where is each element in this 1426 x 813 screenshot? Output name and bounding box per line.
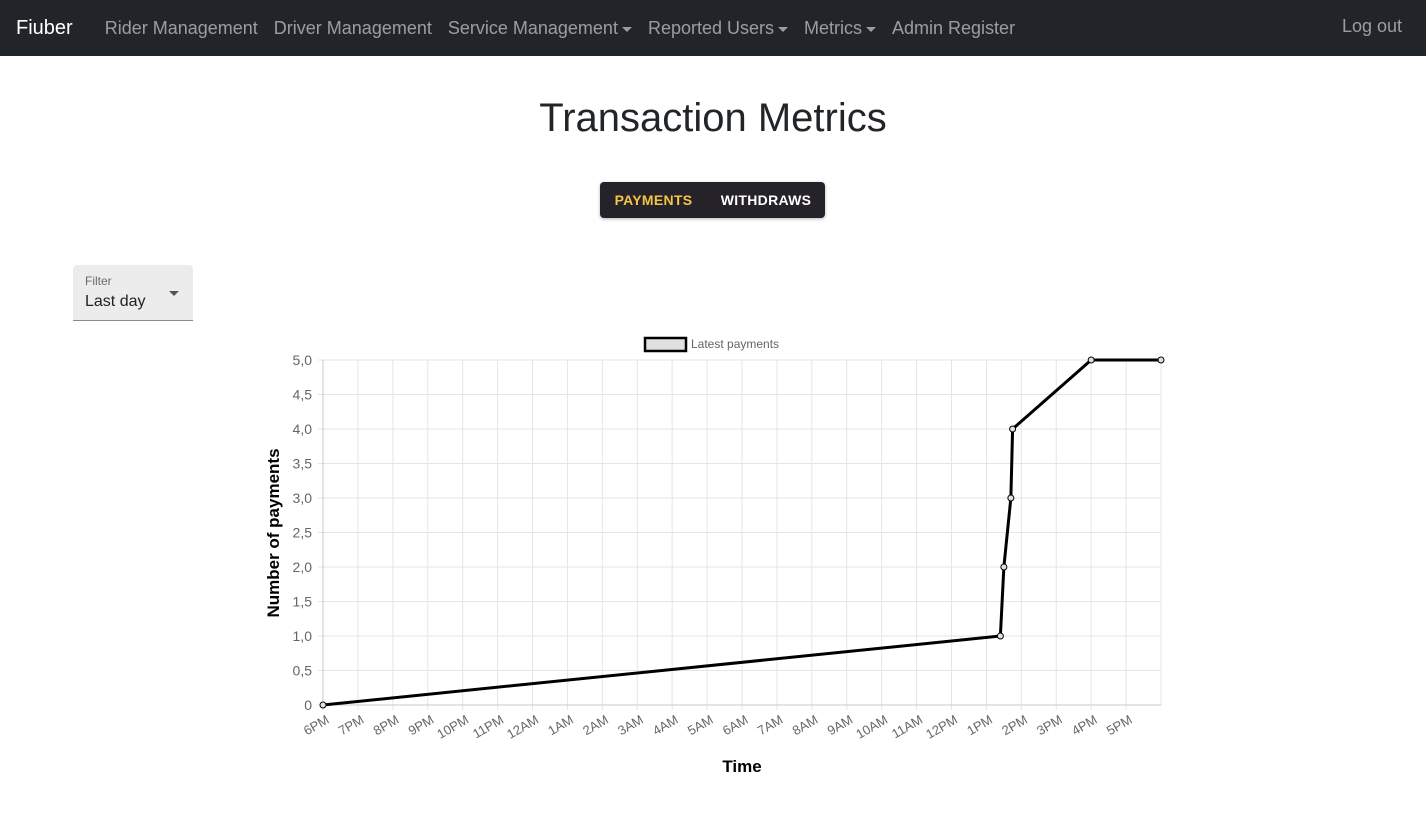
x-tick-label: 1AM [545, 712, 576, 738]
legend-swatch [643, 336, 688, 353]
x-tick-label: 7PM [336, 712, 367, 738]
y-tick-label: 2,0 [293, 559, 313, 575]
payments-line-chart: 0 0,5 1,0 1,5 2,0 2,5 3,0 3,5 4,0 4,5 5,0 6PM 7PM 8P… [264, 336, 1165, 776]
y-tick-label: 3,5 [293, 456, 313, 472]
chart-legend: Latest payments [643, 336, 779, 353]
x-tick-label: 12PM [923, 712, 960, 742]
data-point [1157, 356, 1165, 364]
x-tick-label: 5PM [1104, 712, 1135, 738]
x-tick-label: 9PM [406, 712, 437, 738]
x-tick-label: 2AM [580, 712, 611, 738]
y-tick-label: 4,5 [293, 387, 313, 403]
x-tick-label: 10AM [853, 712, 890, 742]
x-tick-label: 4AM [650, 712, 681, 738]
data-point [1000, 563, 1008, 571]
legend-label: Latest payments [691, 337, 779, 351]
x-tick-label: 11PM [470, 712, 506, 741]
data-point [1087, 356, 1095, 364]
x-tick-label: 2PM [999, 712, 1030, 738]
y-tick-label: 0,5 [293, 663, 313, 679]
x-axis-title: Time [722, 757, 761, 776]
x-tick-label: 6PM [301, 712, 332, 738]
x-tick-label: 8AM [790, 712, 821, 738]
x-tick-label: 11AM [889, 712, 925, 741]
y-tick-label: 1,0 [293, 628, 313, 644]
y-tick-label: 3,0 [293, 490, 313, 506]
y-tick-labels: 0 0,5 1,0 1,5 2,0 2,5 3,0 3,5 4,0 4,5 5,0 [293, 352, 313, 713]
y-tick-label: 5,0 [293, 352, 313, 368]
data-point [1007, 494, 1015, 502]
y-tick-label: 2,5 [293, 525, 313, 541]
x-tick-label: 12AM [504, 712, 541, 742]
y-tick-label: 4,0 [293, 421, 313, 437]
chart-grid [318, 359, 1162, 710]
x-tick-labels: 6PM 7PM 8PM 9PM10PM11PM12AM 1AM 2AM 3AM 4AM 5AM 6… [301, 712, 1135, 742]
x-tick-label: 10PM [434, 712, 471, 742]
x-tick-label: 8PM [371, 712, 402, 738]
x-tick-label: 4PM [1069, 712, 1100, 738]
x-tick-label: 3AM [615, 712, 646, 738]
x-tick-label: 1PM [964, 712, 995, 738]
y-tick-label: 1,5 [293, 594, 313, 610]
x-tick-label: 7AM [755, 712, 786, 738]
x-tick-label: 9AM [825, 712, 856, 738]
x-tick-label: 5AM [685, 712, 716, 738]
x-tick-label: 3PM [1034, 712, 1065, 738]
data-point [996, 632, 1004, 640]
y-tick-label: 0 [304, 697, 312, 713]
data-point [319, 701, 327, 709]
x-tick-label: 6AM [720, 712, 751, 738]
data-point [1009, 425, 1017, 433]
y-axis-title: Number of payments [264, 448, 283, 617]
